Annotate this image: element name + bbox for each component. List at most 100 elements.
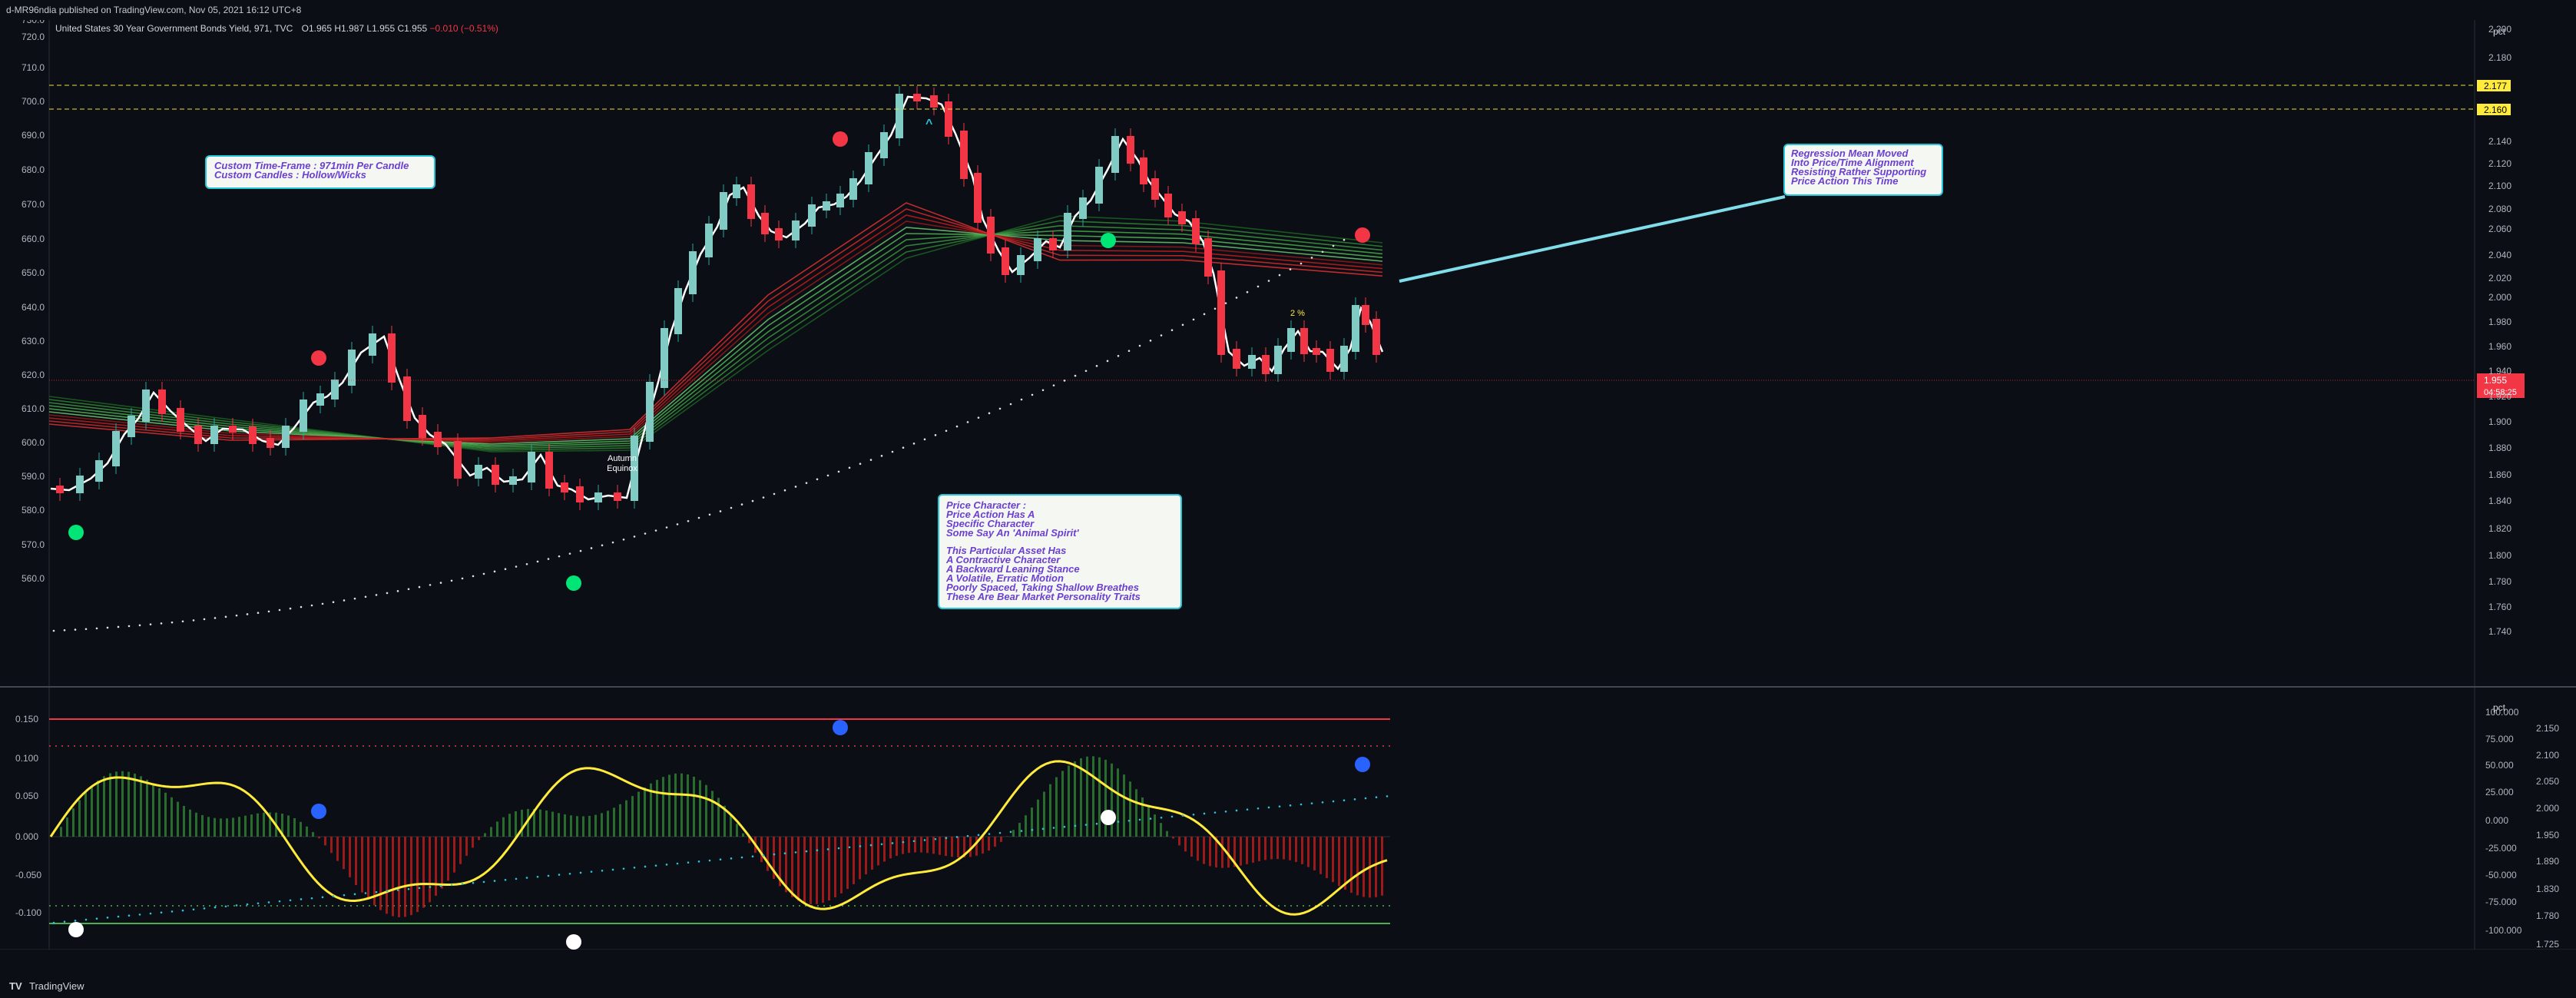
osc-trend-dot: [848, 846, 851, 849]
osc-trend-dot: [117, 915, 120, 918]
candle-body: [1326, 349, 1334, 372]
candle-body: [1127, 136, 1134, 164]
osc-trend-dot: [568, 872, 571, 875]
main-left-axis-label: 650.0: [22, 267, 45, 278]
osc-trend-dot: [1310, 802, 1313, 804]
osc-trend-dot: [1052, 827, 1055, 829]
timeframe-note-line: Custom Candles : Hollow/Wicks: [214, 169, 366, 181]
osc-trend-dot: [708, 859, 711, 862]
osc-trend-dot: [1289, 804, 1292, 807]
candle-body: [1151, 178, 1159, 200]
main-right-axis-label: 2.000: [2488, 292, 2511, 303]
osc-trend-dot: [966, 834, 969, 837]
osc-histogram-bar: [1018, 823, 1021, 837]
osc-histogram-bar: [945, 837, 947, 857]
osc-trend-dot: [676, 862, 679, 865]
candle-body: [475, 465, 482, 479]
candle-body: [1233, 349, 1240, 369]
sar-dot: [902, 446, 905, 449]
sar-dot: [84, 628, 88, 631]
osc-histogram-bar: [877, 837, 879, 866]
osc-histogram-bar: [988, 837, 990, 851]
osc-left-axis-label: 0.100: [15, 753, 38, 764]
osc-histogram-bar: [926, 837, 929, 854]
osc-histogram-bar: [1326, 837, 1328, 878]
osc-histogram-bar: [84, 792, 87, 837]
sar-dot: [515, 565, 518, 568]
osc-trend-dot: [837, 847, 840, 850]
candle-body: [913, 94, 921, 101]
candle-body: [849, 178, 857, 200]
osc-right-axis-label-2: 1.725: [2536, 939, 2559, 950]
osc-histogram-bar: [570, 815, 572, 837]
sar-dot: [1117, 355, 1120, 357]
osc-histogram-bar: [146, 779, 148, 837]
sar-dot: [547, 558, 550, 560]
sar-dot: [1343, 238, 1346, 241]
last-price-text: 1.955: [2484, 375, 2507, 386]
osc-histogram-bar: [687, 774, 689, 837]
sar-dot: [493, 570, 496, 573]
osc-trend-dot: [988, 833, 991, 835]
osc-histogram-bar: [1135, 789, 1137, 837]
osc-histogram-bar: [791, 837, 793, 897]
sar-dot: [1020, 398, 1023, 401]
osc-trend-dot: [1235, 809, 1238, 812]
osc-histogram-bar: [810, 837, 812, 904]
candle-body: [1034, 238, 1041, 261]
osc-histogram-bar: [656, 780, 658, 837]
sar-dot: [117, 625, 120, 628]
osc-histogram-bar: [336, 837, 339, 861]
candle-body: [836, 194, 844, 207]
osc-trend-dot: [1375, 796, 1378, 799]
sar-dot: [439, 582, 442, 584]
osc-histogram-bar: [220, 818, 222, 837]
osc-histogram-bar: [951, 837, 953, 857]
osc-trend-dot: [859, 845, 862, 847]
candle-body: [747, 184, 755, 219]
osc-histogram-bar: [361, 837, 363, 893]
osc-histogram-bar: [865, 837, 867, 875]
percent-label: 2 %: [1290, 309, 1305, 318]
osc-trend-dot: [257, 902, 260, 905]
candle-body: [865, 152, 872, 184]
sar-dot: [461, 577, 464, 580]
osc-histogram-bar: [1147, 805, 1150, 837]
sar-dot: [1127, 350, 1131, 353]
osc-histogram-bar: [496, 821, 498, 837]
publish-header: d-MR96ndia published on TradingView.com,…: [0, 0, 2576, 20]
candle-body: [1313, 348, 1320, 355]
sar-dot: [1031, 393, 1034, 396]
osc-trend-dot: [461, 883, 464, 885]
sar-dot: [95, 627, 98, 630]
osc-trend-dot: [1127, 819, 1131, 822]
osc-trend-dot: [1224, 810, 1227, 813]
osc-histogram-bar: [1252, 837, 1254, 863]
osc-trend-dot: [869, 844, 872, 847]
osc-trend-dot: [386, 890, 389, 893]
osc-trend-dot: [558, 874, 561, 876]
sar-dot: [278, 608, 281, 612]
sar-dot: [826, 474, 829, 477]
symbol-legend: United States 30 Year Government Bonds Y…: [55, 23, 498, 34]
osc-right-axis-label-2: 2.000: [2536, 803, 2559, 814]
osc-histogram-bar: [1184, 837, 1187, 852]
ohlc-close: C1.955: [397, 23, 428, 34]
osc-histogram-bar: [601, 813, 603, 837]
signal-dot: [566, 575, 581, 591]
sar-dot: [1063, 380, 1066, 382]
osc-signal-dot: [311, 804, 326, 819]
candle-body: [509, 476, 517, 485]
sar-dot: [837, 470, 840, 473]
osc-trend-dot: [472, 881, 475, 884]
sar-dot: [353, 597, 356, 600]
osc-histogram-bar: [859, 837, 861, 880]
osc-trend-dot: [687, 861, 690, 864]
sar-dot: [1009, 403, 1012, 406]
candle-body: [930, 95, 938, 108]
osc-trend-dot: [63, 920, 66, 923]
osc-trend-dot: [106, 917, 109, 919]
osc-histogram-bar: [551, 811, 554, 837]
sar-dot: [525, 562, 528, 565]
osc-trend-dot: [826, 848, 829, 850]
